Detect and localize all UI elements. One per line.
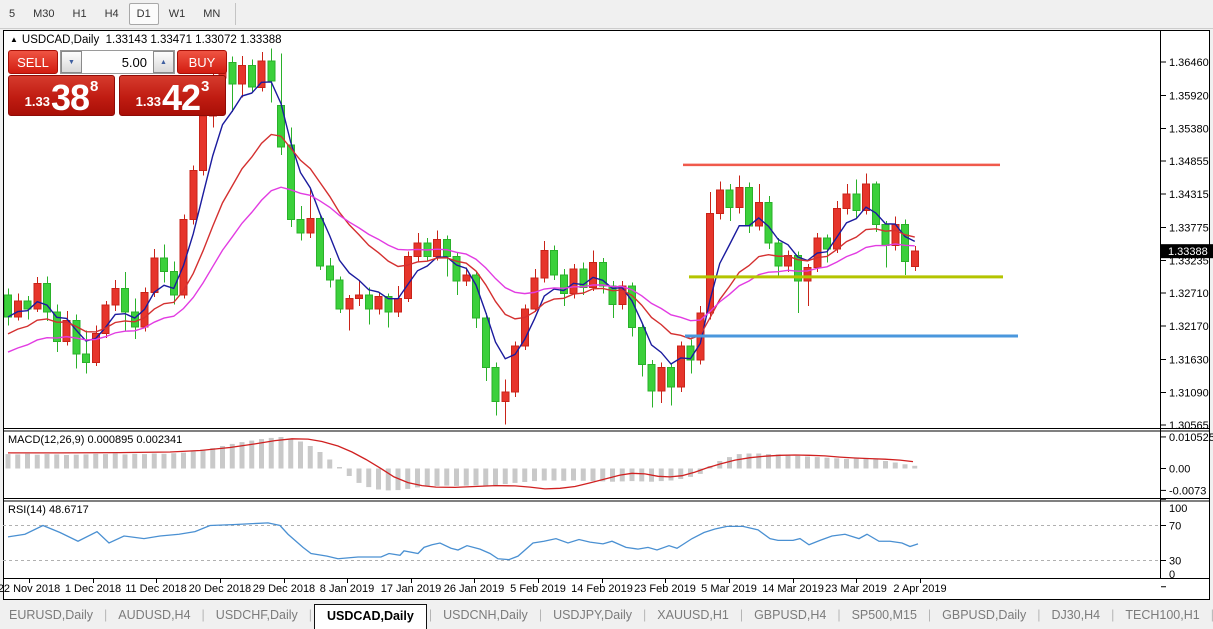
tab-divider: | bbox=[739, 608, 744, 622]
tab-divider: | bbox=[927, 608, 932, 622]
rsi-indicator-label: RSI(14) 48.6717 bbox=[8, 504, 89, 516]
tab-usdjpy-daily[interactable]: USDJPY,Daily bbox=[544, 604, 641, 626]
svg-text:-0.0073: -0.0073 bbox=[1169, 485, 1206, 497]
symbol-tab-bar: EURUSD,Daily | AUDUSD,H4 | USDCHF,Daily | USDC… bbox=[0, 601, 1213, 629]
svg-text:8 Jan 2019: 8 Jan 2019 bbox=[320, 583, 374, 595]
tab-tech100-h1[interactable]: TECH100,H1 bbox=[1116, 604, 1208, 626]
volume-spinner: ▼ 5.00 ▲ bbox=[60, 50, 175, 74]
svg-text:1.32710: 1.32710 bbox=[1169, 288, 1209, 300]
svg-text:29 Dec 2018: 29 Dec 2018 bbox=[253, 583, 315, 595]
tab-gbpusd-h4[interactable]: GBPUSD,H4 bbox=[745, 604, 835, 626]
buy-button[interactable]: BUY bbox=[177, 50, 227, 74]
bid-price-big: 38 bbox=[50, 77, 90, 118]
svg-text:0.010525: 0.010525 bbox=[1169, 432, 1213, 444]
chart-title: ▲ USDCAD,Daily 1.33143 1.33471 1.33072 1.… bbox=[10, 34, 282, 46]
timeframe-button-h1[interactable]: H1 bbox=[65, 3, 95, 25]
chart-symbol-label: USDCAD,Daily bbox=[21, 34, 100, 46]
tab-divider: | bbox=[308, 608, 312, 622]
one-click-trading-widget: SELL ▼ 5.00 ▲ BUY 1.33 38 8 1.33 42 3 bbox=[8, 50, 227, 116]
svg-text:0: 0 bbox=[1169, 569, 1175, 581]
tab-divider: | bbox=[837, 608, 841, 622]
svg-text:1.33775: 1.33775 bbox=[1169, 222, 1209, 234]
volume-input[interactable]: 5.00 bbox=[82, 51, 153, 73]
svg-text:100: 100 bbox=[1169, 503, 1187, 515]
svg-text:23 Feb 2019: 23 Feb 2019 bbox=[634, 583, 696, 595]
macd-indicator-label: MACD(12,26,9) 0.000895 0.002341 bbox=[8, 434, 183, 446]
timeframe-toolbar: 5 M30 H1 H4 D1 W1 MN bbox=[0, 0, 1213, 29]
ask-price-prefix: 1.33 bbox=[135, 94, 161, 109]
svg-text:2 Apr 2019: 2 Apr 2019 bbox=[893, 583, 946, 595]
tab-divider: | bbox=[1210, 608, 1213, 622]
timeframe-button-m30[interactable]: M30 bbox=[25, 3, 62, 25]
ask-price-big: 42 bbox=[161, 77, 201, 118]
svg-text:0.00: 0.00 bbox=[1169, 464, 1190, 476]
tab-usdcnh-daily[interactable]: USDCNH,Daily bbox=[434, 604, 537, 626]
svg-text:11 Dec 2018: 11 Dec 2018 bbox=[125, 583, 187, 595]
timeframe-button-5[interactable]: 5 bbox=[1, 3, 23, 25]
tab-divider: | bbox=[1111, 608, 1115, 622]
volume-increase-button[interactable]: ▲ bbox=[153, 51, 174, 73]
tab-xauusd-h1[interactable]: XAUUSD,H1 bbox=[648, 604, 738, 626]
svg-text:1.31090: 1.31090 bbox=[1169, 388, 1209, 400]
tab-divider: | bbox=[201, 608, 205, 622]
timeframe-button-h4[interactable]: H4 bbox=[97, 3, 127, 25]
svg-text:5 Feb 2019: 5 Feb 2019 bbox=[510, 583, 566, 595]
toolbar-separator bbox=[235, 3, 237, 25]
svg-text:22 Nov 2018: 22 Nov 2018 bbox=[0, 583, 60, 595]
svg-text:1.36460: 1.36460 bbox=[1169, 57, 1209, 69]
mt4-window: 5 M30 H1 H4 D1 W1 MN 1.36460 1.35920 1.35380 1.34… bbox=[0, 0, 1213, 629]
tab-divider: | bbox=[643, 608, 647, 622]
svg-text:23 Mar 2019: 23 Mar 2019 bbox=[825, 583, 887, 595]
sell-button[interactable]: SELL bbox=[8, 50, 58, 74]
svg-text:30: 30 bbox=[1169, 556, 1181, 568]
timeframe-button-mn[interactable]: MN bbox=[195, 3, 228, 25]
tab-divider: | bbox=[1037, 608, 1041, 622]
tab-divider: | bbox=[428, 608, 433, 622]
bid-price-sup: 8 bbox=[90, 78, 99, 95]
svg-text:70: 70 bbox=[1169, 521, 1181, 533]
bid-price-prefix: 1.33 bbox=[24, 94, 50, 109]
collapse-triangle-icon[interactable]: ▲ bbox=[10, 35, 18, 44]
svg-text:26 Jan 2019: 26 Jan 2019 bbox=[444, 583, 505, 595]
svg-text:17 Jan 2019: 17 Jan 2019 bbox=[381, 583, 442, 595]
ask-price-panel[interactable]: 1.33 42 3 bbox=[119, 75, 226, 116]
svg-text:1.32170: 1.32170 bbox=[1169, 321, 1209, 333]
svg-text:1.34315: 1.34315 bbox=[1169, 189, 1209, 201]
svg-text:20 Dec 2018: 20 Dec 2018 bbox=[189, 583, 251, 595]
volume-decrease-button[interactable]: ▼ bbox=[61, 51, 82, 73]
current-price-tag: 1.33388 bbox=[1161, 244, 1213, 259]
tab-audusd-h4[interactable]: AUDUSD,H4 bbox=[109, 604, 199, 626]
ask-price-sup: 3 bbox=[201, 78, 210, 95]
svg-text:5 Mar 2019: 5 Mar 2019 bbox=[701, 583, 757, 595]
svg-text:1.31630: 1.31630 bbox=[1169, 354, 1209, 366]
timeframe-button-d1[interactable]: D1 bbox=[128, 3, 159, 25]
svg-text:14 Feb 2019: 14 Feb 2019 bbox=[571, 583, 633, 595]
tab-usdchf-daily[interactable]: USDCHF,Daily bbox=[207, 604, 307, 626]
tab-sp500-m15[interactable]: SP500,M15 bbox=[843, 604, 926, 626]
svg-text:1.30565: 1.30565 bbox=[1169, 420, 1209, 432]
tab-gbpusd-daily[interactable]: GBPUSD,Daily bbox=[933, 604, 1035, 626]
tab-usdcad-daily[interactable]: USDCAD,Daily bbox=[314, 604, 427, 629]
tab-dj30-h4[interactable]: DJ30,H4 bbox=[1042, 604, 1109, 626]
svg-text:1.34855: 1.34855 bbox=[1169, 156, 1209, 168]
timeframe-button-w1[interactable]: W1 bbox=[161, 3, 194, 25]
chart-ohlc-values: 1.33143 1.33471 1.33072 1.33388 bbox=[105, 34, 282, 46]
tab-divider: | bbox=[538, 608, 543, 622]
svg-text:1.35920: 1.35920 bbox=[1169, 90, 1209, 102]
svg-text:14 Mar 2019: 14 Mar 2019 bbox=[762, 583, 824, 595]
chart-window: 1.36460 1.35920 1.35380 1.34855 1.34315 1.337… bbox=[0, 29, 1213, 601]
tab-divider: | bbox=[104, 608, 108, 622]
tab-eurusd-daily[interactable]: EURUSD,Daily bbox=[0, 604, 102, 626]
bid-price-panel[interactable]: 1.33 38 8 bbox=[8, 75, 115, 116]
svg-text:1 Dec 2018: 1 Dec 2018 bbox=[65, 583, 121, 595]
svg-text:1.35380: 1.35380 bbox=[1169, 124, 1209, 136]
svg-text:1.33388: 1.33388 bbox=[1168, 246, 1208, 258]
